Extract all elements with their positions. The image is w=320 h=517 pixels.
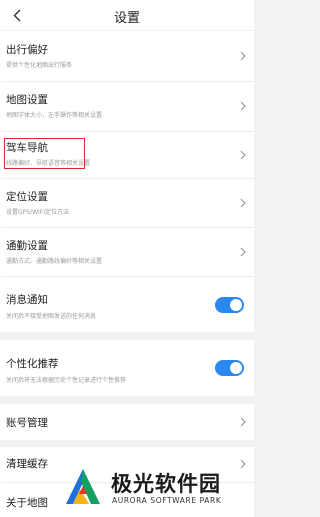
- top-bar: 设置: [0, 0, 254, 30]
- chevron-right-icon: [240, 459, 246, 469]
- settings-item-title: 关于地图: [6, 497, 48, 509]
- chevron-right-icon: [240, 198, 246, 208]
- settings-item-subtitle: 通勤方式、通勤路线偏好等相关设置: [6, 258, 103, 265]
- settings-item-commute[interactable]: 通勤设置 通勤方式、通勤路线偏好等相关设置: [0, 228, 254, 276]
- highlight-box: [4, 138, 85, 169]
- toggle-knob: [230, 362, 242, 374]
- settings-item-subtitle: 提供个性化地图出行服务: [6, 62, 73, 69]
- notifications-toggle[interactable]: [215, 297, 244, 313]
- chevron-right-icon: [240, 247, 246, 257]
- settings-item-title: 消息通知: [6, 294, 48, 306]
- settings-item-subtitle: 设置GPS/WIFI定位方法: [6, 209, 70, 216]
- settings-item-title: 清理缓存: [6, 458, 48, 470]
- settings-item-account-management[interactable]: 账号管理: [0, 404, 254, 440]
- aurora-logo-icon: [66, 469, 100, 504]
- settings-item-subtitle: 关闭后不接受地图发送的任何消息: [6, 313, 97, 320]
- settings-item-title: 账号管理: [6, 417, 48, 429]
- settings-item-title: 个性化推荐: [6, 358, 59, 370]
- settings-item-subtitle: 关闭后将无法根据历史个性记录进行个性推荐: [6, 377, 127, 384]
- chevron-right-icon: [240, 417, 246, 427]
- settings-item-subtitle: 地图字体大小，左手操作等相关设置: [6, 112, 103, 119]
- chevron-right-icon: [240, 101, 246, 111]
- settings-item-travel-preference[interactable]: 出行偏好 提供个性化地图出行服务: [0, 31, 254, 81]
- settings-item-title: 通勤设置: [6, 240, 48, 252]
- settings-item-location[interactable]: 定位设置 设置GPS/WIFI定位方法: [0, 179, 254, 227]
- watermark-title: 极光软件园: [111, 472, 221, 496]
- settings-item-notifications: 消息通知 关闭后不接受地图发送的任何消息: [0, 277, 254, 332]
- settings-item-personalized-recommendation: 个性化推荐 关闭后将无法根据历史个性记录进行个性推荐: [0, 340, 254, 396]
- chevron-right-icon: [240, 51, 246, 61]
- settings-item-title: 定位设置: [6, 191, 48, 203]
- chevron-right-icon: [240, 150, 246, 160]
- settings-item-map-settings[interactable]: 地图设置 地图字体大小，左手操作等相关设置: [0, 82, 254, 131]
- settings-item-title: 出行偏好: [6, 44, 48, 56]
- toggle-knob: [230, 299, 242, 311]
- personalized-recommendation-toggle[interactable]: [215, 360, 244, 376]
- page-title: 设置: [113, 11, 140, 26]
- settings-item-title: 地图设置: [6, 94, 48, 106]
- watermark-subtitle: AURORA SOFTWARE PARK: [112, 496, 222, 505]
